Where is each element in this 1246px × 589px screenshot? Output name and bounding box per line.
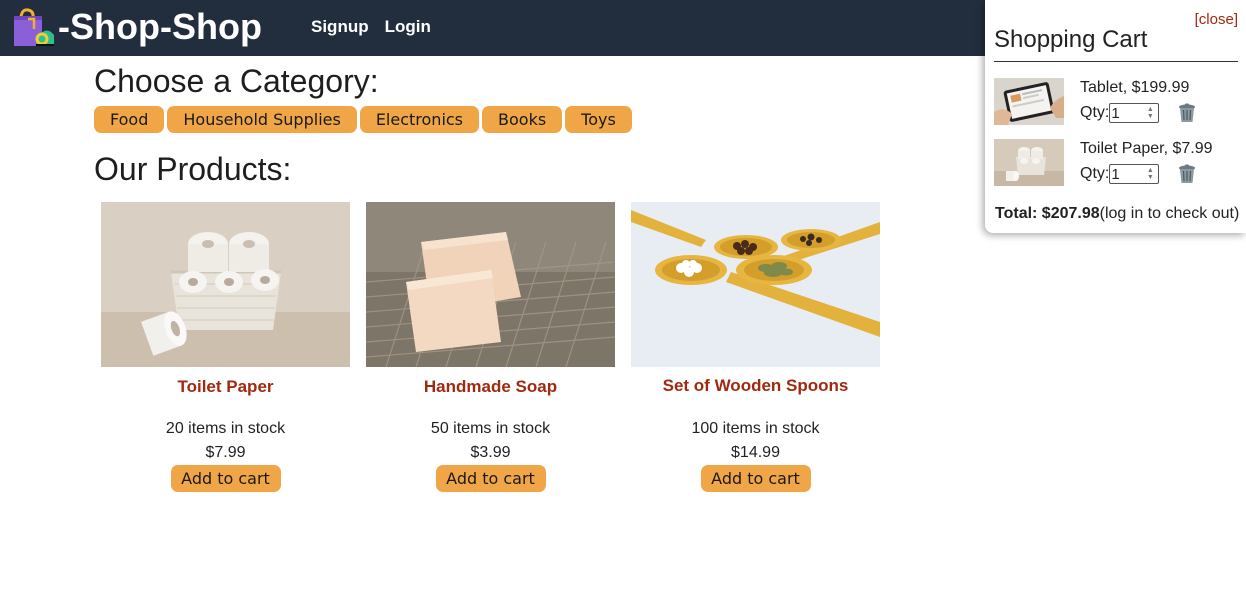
login-link[interactable]: Login [385, 17, 431, 37]
product-stock: 20 items in stock [165, 420, 286, 437]
category-list: Food Household Supplies Electronics Book… [94, 106, 632, 133]
quantity-stepper[interactable]: 1 ▲ ▼ [1109, 103, 1160, 123]
cart-item: Toilet Paper, $7.99 Qty: 1 ▲ ▼ [994, 139, 1238, 187]
category-books-button[interactable]: Books [482, 106, 563, 133]
product-stock: 50 items in stock [430, 420, 551, 437]
cart-divider [994, 61, 1238, 62]
shopping-cart-panel: [close] Shopping Cart Tablet, $199.99 Qt… [985, 0, 1246, 233]
product-price: $7.99 [205, 444, 246, 461]
category-household-supplies-button[interactable]: Household Supplies [167, 106, 357, 133]
qty-value: 1 [1111, 104, 1120, 122]
product-card: Set of Wooden Spoons 100 items in stock … [631, 202, 880, 492]
stepper-arrows-icon[interactable]: ▲ ▼ [1145, 105, 1155, 121]
product-name[interactable]: Toilet Paper [101, 377, 350, 397]
category-toys-button[interactable]: Toys [565, 106, 632, 133]
nav: Signup Login [311, 17, 431, 37]
product-price: $3.99 [470, 444, 511, 461]
logo[interactable]: -Shop-Shop [12, 6, 262, 48]
cart-item: Tablet, $199.99 Qty: 1 ▲ ▼ [994, 78, 1238, 126]
cart-total-amount: Total: $207.98 [995, 205, 1100, 222]
cart-total: Total: $207.98(log in to check out) [995, 205, 1239, 223]
cart-item-description: Toilet Paper, $7.99 [1080, 140, 1213, 157]
stepper-arrows-icon[interactable]: ▲ ▼ [1145, 166, 1155, 182]
add-to-cart-button[interactable]: Add to cart [435, 465, 546, 492]
trash-icon[interactable] [1177, 103, 1197, 123]
logo-text: -Shop-Shop [58, 6, 262, 47]
close-cart-button[interactable]: [close] [1195, 11, 1238, 28]
qty-label: Qty: [1080, 104, 1110, 121]
product-card: Toilet Paper 20 items in stock $7.99 Add… [101, 202, 350, 492]
product-name[interactable]: Handmade Soap [366, 377, 615, 397]
category-food-button[interactable]: Food [94, 106, 165, 133]
category-heading: Choose a Category: [94, 63, 379, 99]
add-to-cart-button[interactable]: Add to cart [700, 465, 811, 492]
checkout-note: (log in to check out) [1099, 205, 1240, 222]
toilet-paper-image [994, 139, 1064, 186]
qty-label: Qty: [1080, 165, 1110, 182]
cart-item-description: Tablet, $199.99 [1080, 79, 1190, 96]
toilet-paper-image[interactable] [101, 202, 350, 367]
shopping-bag-icon [12, 7, 56, 47]
cart-title: Shopping Cart [994, 26, 1148, 53]
wooden-spoons-image[interactable] [631, 202, 880, 367]
product-card: Handmade Soap 50 items in stock $3.99 Ad… [366, 202, 615, 492]
cart-item-qty: Qty: 1 ▲ ▼ [1080, 164, 1160, 184]
signup-link[interactable]: Signup [311, 17, 369, 37]
category-electronics-button[interactable]: Electronics [359, 106, 480, 133]
tablet-image [994, 78, 1064, 125]
product-price: $14.99 [731, 444, 780, 461]
product-stock: 100 items in stock [691, 420, 820, 437]
add-to-cart-button[interactable]: Add to cart [170, 465, 281, 492]
products-heading: Our Products: [94, 151, 292, 187]
soap-image[interactable] [366, 202, 615, 367]
product-name[interactable]: Set of Wooden Spoons [631, 376, 880, 396]
qty-value: 1 [1111, 165, 1120, 183]
trash-icon[interactable] [1177, 164, 1197, 184]
quantity-stepper[interactable]: 1 ▲ ▼ [1109, 164, 1160, 184]
cart-item-qty: Qty: 1 ▲ ▼ [1080, 103, 1160, 123]
